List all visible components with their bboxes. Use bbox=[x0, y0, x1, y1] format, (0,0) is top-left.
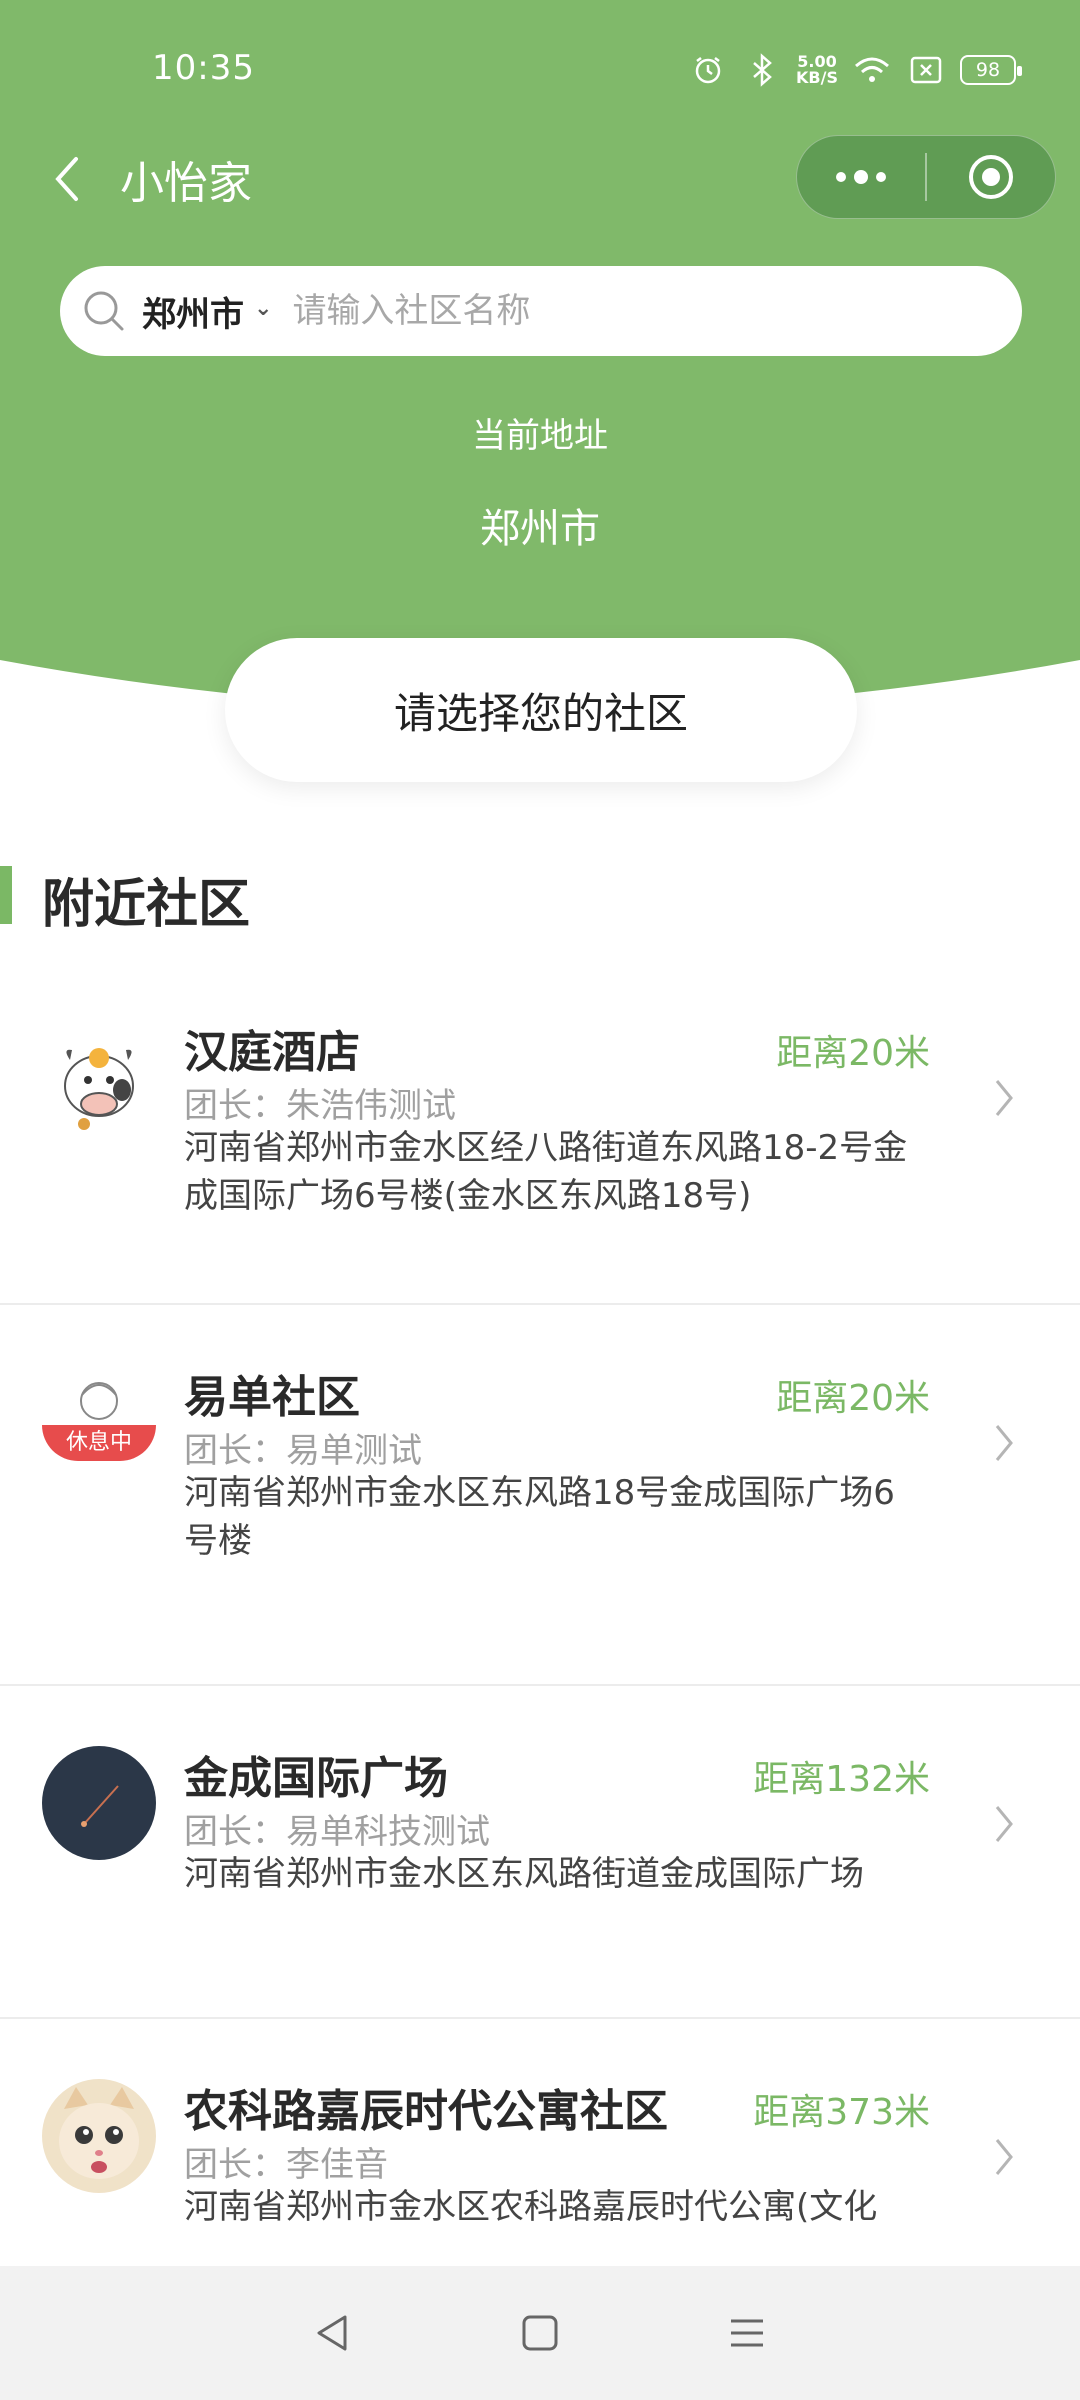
nav-home-button[interactable] bbox=[505, 2298, 575, 2368]
cow-avatar-icon bbox=[42, 1020, 156, 1134]
target-icon bbox=[968, 155, 1013, 199]
community-address: 河南省郑州市金水区东风路街道金成国际广场 bbox=[184, 1854, 864, 1894]
search-input[interactable] bbox=[292, 291, 1022, 331]
community-list: 汉庭酒店 距离20米 团长：朱浩伟测试 河南省郑州市金水区经八路街道东风路18-… bbox=[0, 960, 1080, 2266]
community-leader: 团长：朱浩伟测试 bbox=[184, 1086, 456, 1126]
sketch-avatar-icon bbox=[42, 1365, 156, 1479]
chevron-left-icon bbox=[55, 157, 78, 201]
community-distance: 距离373米 bbox=[753, 2092, 930, 2133]
alarm-icon bbox=[688, 50, 728, 90]
chevron-right-icon bbox=[984, 2131, 1024, 2183]
nav-back-button[interactable] bbox=[298, 2298, 368, 2368]
battery-level: 98 bbox=[975, 59, 1001, 81]
nav-bar: 小怡家 bbox=[0, 135, 1080, 225]
close-button[interactable] bbox=[927, 135, 1055, 219]
list-item[interactable]: 汉庭酒店 距离20米 团长：朱浩伟测试 河南省郑州市金水区经八路街道东风路18-… bbox=[0, 960, 1080, 1305]
section-accent-bar bbox=[0, 866, 12, 924]
mini-program-capsule bbox=[796, 135, 1056, 219]
community-leader: 团长：易单测试 bbox=[184, 1431, 422, 1471]
community-name: 金成国际广场 bbox=[184, 1753, 448, 1804]
chevron-right-icon bbox=[984, 1072, 1024, 1124]
city-selector[interactable]: 郑州市 ⌄ bbox=[142, 287, 272, 336]
community-name: 汉庭酒店 bbox=[184, 1027, 360, 1078]
list-item[interactable]: 金成国际广场 距离132米 团长：易单科技测试 河南省郑州市金水区东风路街道金成… bbox=[0, 1686, 1080, 2019]
section-title: 附近社区 bbox=[42, 875, 251, 935]
community-distance: 距离132米 bbox=[753, 1759, 930, 1800]
community-name: 农科路嘉辰时代公寓社区 bbox=[184, 2086, 668, 2137]
more-dots-icon bbox=[836, 170, 886, 184]
select-community-button[interactable]: 请选择您的社区 bbox=[225, 638, 857, 782]
community-address: 河南省郑州市金水区农科路嘉辰时代公寓(文化 bbox=[184, 2187, 878, 2227]
hamburger-menu-icon bbox=[730, 2319, 763, 2347]
community-leader: 团长：易单科技测试 bbox=[184, 1812, 490, 1852]
list-item[interactable]: 农科路嘉辰时代公寓社区 距离373米 团长：李佳音 河南省郑州市金水区农科路嘉辰… bbox=[0, 2019, 1080, 2266]
community-address: 河南省郑州市金水区东风路18号金成国际广场6号楼 bbox=[184, 1473, 895, 1561]
back-button[interactable] bbox=[36, 149, 96, 209]
wifi-icon bbox=[852, 50, 892, 90]
community-name: 易单社区 bbox=[184, 1372, 360, 1423]
battery-icon: 98 bbox=[960, 55, 1022, 85]
status-bar: 10:35 5.00 KB/S 98 bbox=[0, 0, 1080, 130]
sim-blocked-icon bbox=[906, 50, 946, 90]
status-time: 10:35 bbox=[152, 48, 255, 88]
current-address-city: 郑州市 bbox=[480, 506, 600, 552]
list-item[interactable]: 休息中 易单社区 距离20米 团长：易单测试 河南省郑州市金水区东风路18号金成… bbox=[0, 1305, 1080, 1686]
page-title: 小怡家 bbox=[120, 158, 252, 209]
nav-menu-button[interactable] bbox=[712, 2298, 782, 2368]
city-selector-label: 郑州市 bbox=[142, 294, 244, 335]
community-distance: 距离20米 bbox=[776, 1033, 930, 1074]
chevron-down-icon: ⌄ bbox=[254, 295, 273, 321]
network-speed: 5.00 KB/S bbox=[796, 54, 838, 86]
search-bar: 郑州市 ⌄ bbox=[60, 266, 1022, 356]
search-icon bbox=[80, 287, 128, 335]
system-navigation-bar bbox=[0, 2266, 1080, 2400]
community-leader: 团长：李佳音 bbox=[184, 2145, 388, 2185]
status-icons: 5.00 KB/S 98 bbox=[688, 48, 1022, 92]
speed-unit: KB/S bbox=[796, 68, 838, 87]
more-button[interactable] bbox=[797, 135, 925, 219]
triangle-back-icon bbox=[317, 2315, 347, 2351]
cat-avatar-icon bbox=[42, 2079, 156, 2193]
status-badge: 休息中 bbox=[42, 1425, 156, 1461]
chevron-right-icon bbox=[984, 1417, 1024, 1469]
square-home-icon bbox=[522, 2315, 558, 2351]
chevron-right-icon bbox=[984, 1798, 1024, 1850]
bluetooth-icon bbox=[742, 50, 782, 90]
community-address: 河南省郑州市金水区经八路街道东风路18-2号金成国际广场6号楼(金水区东风路18… bbox=[184, 1128, 908, 1216]
current-address-label: 当前地址 bbox=[472, 416, 608, 456]
community-distance: 距离20米 bbox=[776, 1378, 930, 1419]
dark-avatar-icon bbox=[42, 1746, 156, 1860]
